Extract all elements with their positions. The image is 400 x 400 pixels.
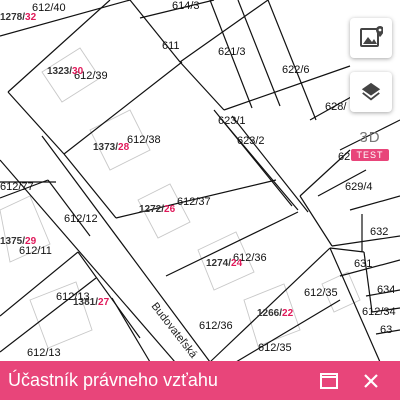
- parcel-labels: 612/40 614/3 611 621/3 612/39 622/6 628/…: [0, 0, 396, 359]
- house-number: 1323/30: [47, 66, 84, 77]
- parcel-label: 611: [162, 40, 180, 52]
- parcel-label: 634: [377, 284, 395, 296]
- parcel-label: 612/35: [304, 287, 338, 299]
- maximize-button[interactable]: [314, 366, 344, 396]
- house-number: 1274/24: [206, 258, 243, 269]
- parcel-label: 612/12: [64, 213, 98, 225]
- cadastral-map[interactable]: 612/40 614/3 611 621/3 612/39 622/6 628/…: [0, 0, 400, 400]
- map-photo-icon: [360, 26, 383, 47]
- parcel-label: 63: [380, 324, 392, 336]
- street-name: Budovateľská: [149, 300, 200, 361]
- house-number: 1272/26: [139, 204, 176, 215]
- parcel-label: 629/4: [345, 181, 373, 193]
- parcel-label: 62: [338, 151, 350, 163]
- maximize-icon: [320, 372, 338, 389]
- parcel-label: 612/35: [258, 342, 292, 354]
- parcel-label: 631: [354, 258, 372, 270]
- house-number: 1381/27: [73, 297, 110, 308]
- parcel-label: 612/38: [127, 134, 161, 146]
- parcel-label: 612/13: [27, 347, 61, 359]
- panel-title: Účastník právneho vzťahu: [8, 370, 218, 390]
- close-icon: [364, 373, 378, 388]
- house-number: 1373/28: [93, 142, 130, 153]
- parcel-label: 612/40: [32, 2, 66, 14]
- house-number: 1375/29: [0, 236, 37, 247]
- house-number: 1266/22: [257, 308, 294, 319]
- parcel-label: 622/6: [282, 64, 310, 76]
- parcel-label: 612/77: [0, 181, 34, 193]
- parcel-label: 621/3: [218, 46, 246, 58]
- layers-button[interactable]: [350, 72, 392, 112]
- parcel-boundaries: [0, 0, 400, 363]
- three-d-button[interactable]: 3D TEST: [350, 122, 390, 168]
- parcel-label: 612/37: [177, 196, 211, 208]
- parcel-label: 612/34: [362, 306, 396, 318]
- bottom-panel: Účastník právneho vzťahu: [0, 361, 400, 400]
- parcel-label: 623/2: [237, 135, 265, 147]
- house-numbers: 1278/32 1323/30 1373/28 1272/26 1375/29 …: [0, 12, 294, 319]
- layers-icon: [361, 82, 381, 101]
- close-button[interactable]: [356, 366, 386, 396]
- parcel-label: 614/3: [172, 0, 200, 12]
- map-photo-button[interactable]: [350, 18, 392, 58]
- parcel-label: 628/: [325, 101, 347, 113]
- parcel-label: 623/1: [218, 115, 246, 127]
- house-number: 1278/32: [0, 12, 37, 23]
- parcel-label: 612/36: [199, 320, 233, 332]
- test-badge: TEST: [351, 149, 389, 161]
- parcel-label: 632: [370, 226, 388, 238]
- three-d-label: 3D: [359, 129, 381, 146]
